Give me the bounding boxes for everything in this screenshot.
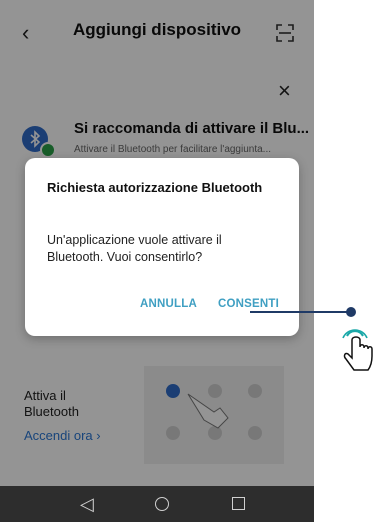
- pointer-line: [250, 311, 350, 313]
- nav-recents-icon[interactable]: [232, 497, 245, 510]
- bluetooth-permission-dialog: Richiesta autorizzazione Bluetooth Un'ap…: [25, 158, 299, 336]
- nav-back-icon[interactable]: ◁: [80, 494, 94, 515]
- nav-home-icon[interactable]: [155, 497, 169, 511]
- phone-screen: ‹ Aggiungi dispositivo × Si raccomanda d…: [0, 0, 314, 522]
- allow-button[interactable]: CONSENTI: [218, 298, 279, 310]
- dialog-message: Un'applicazione vuole attivare il Blueto…: [47, 233, 222, 264]
- pointer-dot: [346, 307, 356, 317]
- tap-hand-icon: [342, 329, 373, 371]
- cancel-button[interactable]: ANNULLA: [140, 298, 197, 310]
- dialog-title: Richiesta autorizzazione Bluetooth: [47, 180, 263, 195]
